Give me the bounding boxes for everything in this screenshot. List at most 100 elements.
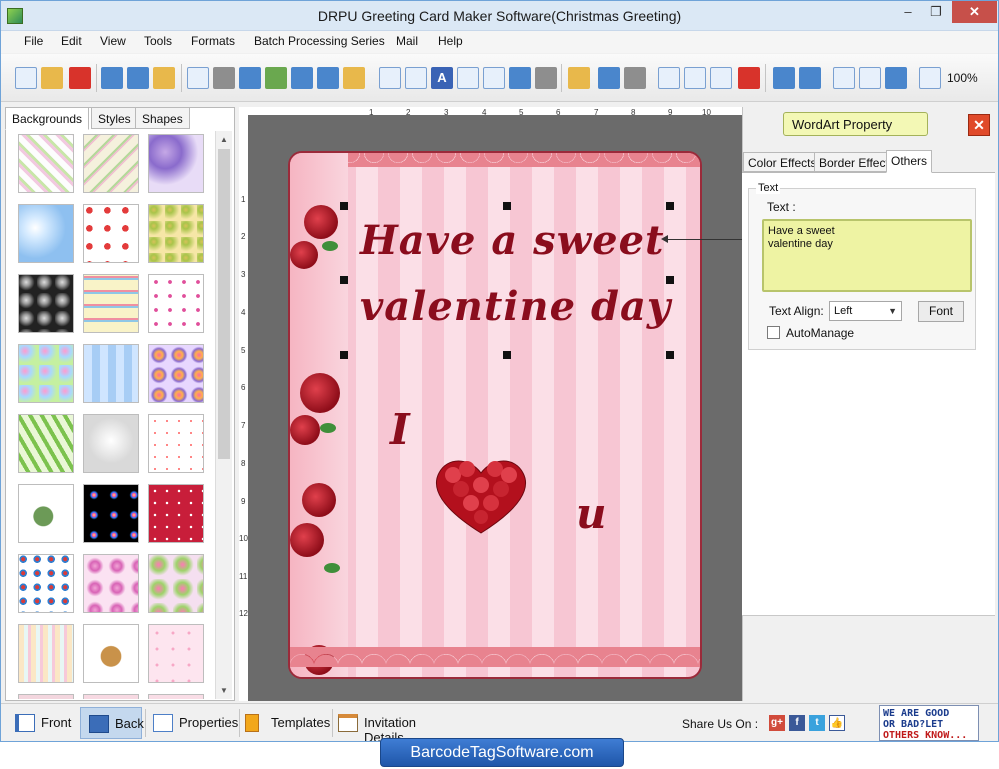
bg-thumb[interactable] — [83, 204, 139, 263]
minimize-button[interactable]: – — [894, 1, 922, 23]
barcode-icon[interactable] — [379, 67, 401, 89]
shapes-icon[interactable] — [343, 67, 365, 89]
resize-handle[interactable] — [340, 202, 348, 210]
maximize-button[interactable]: ❐ — [922, 1, 950, 23]
bg-thumb[interactable] — [83, 344, 139, 403]
paste-icon[interactable] — [710, 67, 732, 89]
properties-button[interactable]: Properties — [145, 707, 238, 739]
text-align-select[interactable]: Left ▼ — [829, 301, 902, 321]
wordart-text-input[interactable]: Have a sweet valentine day — [762, 219, 972, 292]
scroll-down-icon[interactable]: ▼ — [220, 686, 228, 695]
draw-image-icon[interactable] — [265, 67, 287, 89]
bg-thumb[interactable] — [148, 414, 204, 473]
back-button[interactable]: Back — [80, 707, 144, 739]
twitter-icon[interactable]: t — [809, 715, 825, 731]
scroll-thumb[interactable] — [218, 149, 230, 459]
bg-thumb[interactable] — [18, 414, 74, 473]
bg-thumb[interactable] — [18, 274, 74, 333]
googleplus-icon[interactable]: g+ — [769, 715, 785, 731]
website-banner[interactable]: BarcodeTagSoftware.com — [380, 738, 624, 767]
line-icon[interactable] — [535, 67, 557, 89]
print-icon[interactable] — [213, 67, 235, 89]
open-folder-icon[interactable] — [41, 67, 63, 89]
bg-thumb[interactable] — [83, 624, 139, 683]
bg-thumb[interactable] — [148, 554, 204, 613]
bg-thumb[interactable] — [18, 694, 74, 699]
bg-thumb[interactable] — [18, 204, 74, 263]
card-letter-i[interactable]: I — [390, 405, 410, 454]
invitation-details-button[interactable]: Invitation Details — [330, 707, 460, 741]
bg-thumb[interactable] — [18, 624, 74, 683]
menu-batch-processing[interactable]: Batch Processing Series — [254, 34, 385, 48]
bg-thumb[interactable] — [18, 484, 74, 543]
bg-thumb[interactable] — [148, 624, 204, 683]
bg-thumb[interactable] — [83, 554, 139, 613]
card-headline-line2[interactable]: valentine day — [360, 283, 671, 330]
greeting-card[interactable]: Have a sweet valentine day I u — [288, 151, 702, 679]
close-panel-icon[interactable]: ✕ — [968, 114, 990, 136]
wordart-icon[interactable] — [457, 67, 479, 89]
close-doc-icon[interactable] — [69, 67, 91, 89]
thumbnails-scrollbar[interactable]: ▲ ▼ — [215, 131, 232, 699]
resize-handle[interactable] — [503, 351, 511, 359]
menu-tools[interactable]: Tools — [144, 34, 172, 48]
resize-handle[interactable] — [503, 202, 511, 210]
bg-thumb[interactable] — [83, 484, 139, 543]
mail-icon[interactable] — [509, 67, 531, 89]
scroll-up-icon[interactable]: ▲ — [220, 135, 228, 144]
undo-icon[interactable] — [598, 67, 620, 89]
delete-icon[interactable] — [738, 67, 760, 89]
bg-thumb[interactable] — [148, 274, 204, 333]
bg-thumb[interactable] — [83, 134, 139, 193]
bg-thumb[interactable] — [148, 204, 204, 263]
menu-edit[interactable]: Edit — [61, 34, 82, 48]
card-headline-line1[interactable]: Have a sweet — [360, 217, 665, 264]
barcode2-icon[interactable] — [405, 67, 427, 89]
actual-size-icon[interactable] — [859, 67, 881, 89]
menu-help[interactable]: Help — [438, 34, 463, 48]
resize-handle[interactable] — [340, 276, 348, 284]
like-icon[interactable]: 👍 — [829, 715, 845, 731]
redo-icon[interactable] — [624, 67, 646, 89]
bring-front-icon[interactable] — [773, 67, 795, 89]
bg-thumb[interactable] — [18, 554, 74, 613]
bg-thumb[interactable] — [148, 694, 204, 699]
tab-others[interactable]: Others — [886, 150, 933, 173]
save-as-icon[interactable] — [127, 67, 149, 89]
facebook-icon[interactable]: f — [789, 715, 805, 731]
resize-handle[interactable] — [666, 276, 674, 284]
text-icon[interactable]: A — [431, 67, 453, 89]
automanage-checkbox[interactable] — [767, 326, 780, 339]
resize-handle[interactable] — [666, 202, 674, 210]
export-icon[interactable] — [153, 67, 175, 89]
tab-styles[interactable]: Styles — [91, 107, 138, 129]
resize-handle[interactable] — [340, 351, 348, 359]
font-button[interactable]: Font — [918, 301, 964, 322]
bg-thumb[interactable] — [83, 694, 139, 699]
bg-thumb[interactable] — [148, 134, 204, 193]
database-icon[interactable] — [568, 67, 590, 89]
menu-formats[interactable]: Formats — [191, 34, 235, 48]
tab-shapes[interactable]: Shapes — [135, 107, 190, 129]
bg-thumb[interactable] — [148, 484, 204, 543]
tab-border-effect[interactable]: Border Effect — [814, 152, 894, 172]
bg-thumb[interactable] — [18, 344, 74, 403]
copy-icon[interactable] — [684, 67, 706, 89]
grid-icon[interactable] — [833, 67, 855, 89]
zoom-icon[interactable] — [919, 67, 941, 89]
menu-view[interactable]: View — [100, 34, 126, 48]
tab-backgrounds[interactable]: Backgrounds — [5, 107, 90, 130]
save-icon[interactable] — [101, 67, 123, 89]
bg-thumb[interactable] — [18, 134, 74, 193]
menu-file[interactable]: File — [24, 34, 43, 48]
insert-picture-icon[interactable] — [291, 67, 313, 89]
send-back-icon[interactable] — [799, 67, 821, 89]
fit-page-icon[interactable] — [885, 67, 907, 89]
card-letter-u[interactable]: u — [576, 489, 607, 538]
new-icon[interactable] — [15, 67, 37, 89]
bg-thumb[interactable] — [83, 274, 139, 333]
signature-icon[interactable] — [483, 67, 505, 89]
menu-mail[interactable]: Mail — [396, 34, 418, 48]
resize-handle[interactable] — [666, 351, 674, 359]
page-setup-icon[interactable] — [187, 67, 209, 89]
